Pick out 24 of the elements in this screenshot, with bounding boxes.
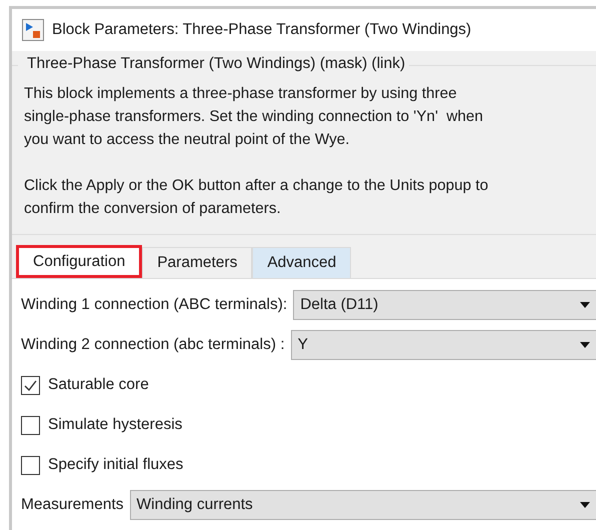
checkbox[interactable]	[21, 416, 40, 434]
block-icon	[22, 19, 44, 41]
dropdown[interactable]: Winding currents	[130, 490, 596, 520]
caret-icon	[580, 342, 590, 348]
checkbox-label: Simulate hysteresis	[48, 416, 182, 434]
window-title: Block Parameters: Three-Phase Transformer (Two Windings)	[52, 21, 472, 39]
description-text: Click the Apply or the OK button after a change to the Units popup to confirm the conversion of parameters.	[24, 176, 490, 219]
description-text: This block implements a three-phase transformer by using three single-phase transformers. Set the winding connection to 'Yn' when you want to access the neutral point of the Wye.	[24, 84, 484, 150]
caret-icon	[580, 302, 590, 308]
check-icon	[24, 380, 37, 390]
tab[interactable]: Advanced	[252, 247, 352, 278]
checkbox[interactable]	[21, 376, 40, 394]
tab[interactable]: Configuration	[16, 245, 142, 278]
field-label: Measurements	[21, 496, 124, 514]
dropdown[interactable]: Y	[290, 330, 596, 360]
field-label: Winding 2 connection (abc terminals) :	[21, 336, 285, 354]
group-title: Three-Phase Transformer (Two Windings) (mask) (link)	[26, 55, 406, 73]
caret-icon	[580, 502, 590, 508]
dropdown[interactable]: Delta (D11)	[293, 290, 596, 320]
checkbox-label: Saturable core	[48, 376, 149, 394]
tab[interactable]: Parameters	[142, 247, 252, 278]
checkbox-label: Specify initial fluxes	[48, 456, 184, 474]
field-label: Winding 1 connection (ABC terminals):	[21, 296, 288, 314]
checkbox[interactable]	[21, 456, 40, 474]
